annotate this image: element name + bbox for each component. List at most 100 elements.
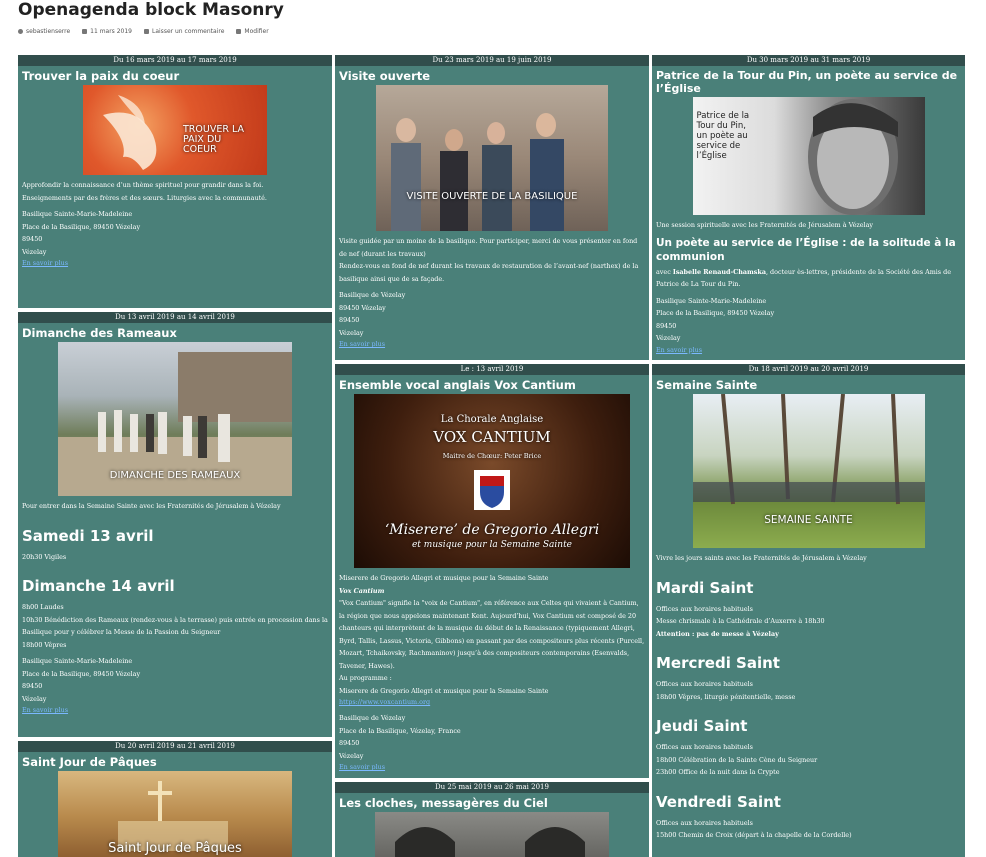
schedule-line: Offices aux horaires habituels — [656, 680, 753, 688]
event-image[interactable]: DIMANCHE DES RAMEAUX — [58, 342, 292, 496]
schedule-line: 23h00 Office de la nuit dans la Crypte — [656, 768, 780, 776]
event-desc: Au programme : — [339, 674, 392, 682]
event-title[interactable]: Dimanche des Rameaux — [18, 323, 332, 340]
schedule-line: Messe chrismale à la Cathédrale d’Auxerr… — [656, 617, 825, 625]
read-more-link[interactable]: En savoir plus — [18, 705, 332, 716]
event-city: Vézelay — [22, 247, 47, 256]
schedule-line: Offices aux horaires habituels — [656, 604, 753, 613]
event-title[interactable]: Saint Jour de Pâques — [18, 752, 332, 769]
event-venue: Basilique Sainte-Marie-Madeleine — [22, 210, 133, 218]
event-card-semaine: Du 18 avril 2019 au 20 avril 2019 Semain… — [652, 364, 965, 857]
comment-icon — [144, 29, 149, 34]
event-city: Vézelay — [339, 751, 364, 760]
event-title[interactable]: Patrice de la Tour du Pin, un poète au s… — [652, 66, 965, 95]
image-caption: VISITE OUVERTE DE LA BASILIQUE — [406, 191, 578, 202]
event-address: Place de la Basilique, 89450 Vézelay — [656, 309, 775, 317]
schedule-line: 10h30 Bénédiction des Rameaux (rendez-vo… — [22, 615, 328, 637]
read-more-link[interactable]: En savoir plus — [335, 339, 649, 350]
event-image[interactable]: VISITE OUVERTE DE LA BASILIQUE — [376, 85, 608, 231]
pencil-icon — [236, 29, 242, 34]
event-date: Du 23 mars 2019 au 19 juin 2019 — [335, 55, 649, 66]
event-title[interactable]: Semaine Sainte — [652, 375, 965, 392]
event-venue: Basilique Sainte-Marie-Madeleine — [656, 296, 767, 305]
post-meta: sebastienserre 11 mars 2019 Laisser un c… — [18, 28, 269, 35]
event-image[interactable]: SEMAINE SAINTE — [692, 394, 925, 548]
meta-date-text[interactable]: 11 mars 2019 — [90, 28, 132, 35]
event-zip: 89450 — [22, 682, 43, 690]
image-text-line: VOX CANTIUM — [433, 428, 551, 446]
arches-illustration — [395, 827, 585, 857]
event-desc: Approfondir la connaissance d’un thème s… — [22, 181, 264, 189]
meta-author-text[interactable]: sebastienserre — [26, 28, 70, 35]
event-title[interactable]: Trouver la paix du coeur — [18, 66, 332, 83]
schedule-line: 18h00 Vêpres, liturgie pénitentielle, me… — [656, 692, 796, 701]
event-desc: Une session spirituelle avec les Fratern… — [656, 221, 874, 229]
schedule-line: Offices aux horaires habituels — [656, 818, 753, 827]
event-desc: Pour entrer dans la Semaine Sainte avec … — [22, 502, 281, 510]
schedule-line: 18h00 Vêpres — [22, 640, 67, 649]
event-desc: "Vox Cantium" signifie la "voix de Canti… — [339, 599, 645, 670]
coat-of-arms-icon — [474, 470, 510, 510]
speaker-name: Isabelle Renaud-Chamska — [672, 267, 766, 276]
read-more-link[interactable]: En savoir plus — [18, 258, 332, 269]
event-desc: Miserere de Gregorio Allegri et musique … — [339, 574, 549, 582]
day-heading: Vendredi Saint — [656, 792, 781, 811]
meta-edit[interactable]: Modifier — [236, 28, 269, 35]
day-heading: Mercredi Saint — [656, 654, 780, 672]
event-image[interactable]: La Chorale Anglaise VOX CANTIUM Maitre d… — [354, 394, 630, 568]
event-desc: Enseignements par des frères et des sœur… — [22, 193, 267, 202]
day-heading: Mardi Saint — [656, 578, 754, 597]
event-address: Place de la Basilique, 89450 Vézelay — [22, 669, 141, 678]
meta-date[interactable]: 11 mars 2019 — [82, 28, 132, 35]
event-desc: Visite guidée par un moine de la basiliq… — [339, 237, 638, 258]
event-image[interactable]: Patrice de la Tour du Pin, un poète au s… — [692, 97, 925, 215]
event-card-visite: Du 23 mars 2019 au 19 juin 2019 Visite o… — [335, 55, 649, 360]
event-title[interactable]: Les cloches, messagères du Ciel — [335, 793, 649, 810]
image-text-line: et musique pour la Semaine Sainte — [411, 540, 573, 550]
schedule-line: 15h00 Chemin de Croix (départ à la chape… — [656, 831, 852, 839]
schedule-line: Offices aux horaires habituels — [656, 743, 753, 751]
event-card-vox: Le : 13 avril 2019 Ensemble vocal anglai… — [335, 364, 649, 778]
event-venue: Basilique Sainte-Marie-Madeleine — [22, 657, 133, 665]
event-date: Du 25 mai 2019 au 26 mai 2019 — [335, 782, 649, 793]
day-heading: Samedi 13 avril — [22, 526, 154, 545]
visitors-illustration — [391, 113, 564, 231]
image-text-line: La Chorale Anglaise — [440, 414, 544, 425]
speaker-prefix: avec — [656, 267, 673, 276]
image-text-line: ‘Miserere’ de Gregorio Allegri — [384, 522, 600, 538]
image-caption: DIMANCHE DES RAMEAUX — [109, 470, 241, 481]
event-image[interactable] — [375, 812, 609, 857]
meta-edit-text[interactable]: Modifier — [244, 28, 268, 35]
event-address: Place de la Basilique, 89450 Vézelay — [22, 222, 141, 231]
event-title[interactable]: Visite ouverte — [335, 66, 649, 83]
event-date: Du 16 mars 2019 au 17 mars 2019 — [18, 55, 332, 66]
event-title[interactable]: Ensemble vocal anglais Vox Cantium — [335, 375, 649, 392]
image-caption: Saint Jour de Pâques — [108, 841, 242, 856]
meta-comment-text[interactable]: Laisser un commentaire — [152, 28, 224, 35]
event-date: Du 30 mars 2019 au 31 mars 2019 — [652, 55, 965, 66]
meta-author[interactable]: sebastienserre — [18, 28, 70, 35]
event-city: Vézelay — [22, 694, 47, 703]
event-zip: 89450 — [656, 321, 677, 330]
event-card-patrice: Du 30 mars 2019 au 31 mars 2019 Patrice … — [652, 55, 965, 360]
event-city: Vézelay — [656, 334, 681, 342]
event-image[interactable]: TROUVER LA PAIX DU COEUR — [83, 85, 267, 175]
read-more-link[interactable]: En savoir plus — [335, 762, 649, 773]
event-image[interactable]: Saint Jour de Pâques — [58, 771, 292, 857]
schedule-warning: Attention : pas de messe à Vézelay — [656, 629, 779, 638]
external-link[interactable]: https://www.voxcantium.org — [335, 697, 649, 708]
event-date: Du 13 avril 2019 au 14 avril 2019 — [18, 312, 332, 323]
schedule-line: 8h00 Laudes — [22, 603, 64, 611]
user-icon — [18, 29, 23, 34]
event-card-cloches: Du 25 mai 2019 au 26 mai 2019 Les cloche… — [335, 782, 649, 857]
image-caption: TROUVER LA PAIX DU COEUR — [183, 124, 244, 155]
meta-comment[interactable]: Laisser un commentaire — [144, 28, 224, 35]
event-date: Du 18 avril 2019 au 20 avril 2019 — [652, 364, 965, 375]
day-heading: Dimanche 14 avril — [22, 577, 175, 595]
schedule-line: Attention : pas de messe à Vézelay — [652, 628, 965, 641]
read-more-link[interactable]: En savoir plus — [652, 345, 965, 356]
event-card-paques: Du 20 avril 2019 au 21 avril 2019 Saint … — [18, 741, 332, 857]
event-desc: Rendez-vous en fond de nef durant les tr… — [339, 262, 639, 283]
event-zip: 89450 — [339, 316, 360, 324]
image-caption: SEMAINE SAINTE — [764, 514, 853, 526]
